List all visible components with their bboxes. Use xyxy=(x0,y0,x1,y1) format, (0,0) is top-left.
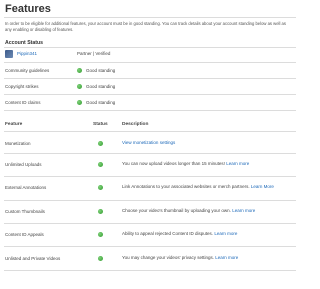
divider xyxy=(4,223,296,224)
status-dot-icon xyxy=(98,141,103,146)
feature-name: External Annotations xyxy=(5,185,47,190)
features-page: Features In order to be eligible for add… xyxy=(4,0,296,289)
divider xyxy=(4,153,296,154)
divider xyxy=(4,62,296,63)
feature-description: You may change your videos' privacy sett… xyxy=(122,255,290,261)
account-status-heading: Account Status xyxy=(5,40,44,46)
learn-more-link[interactable]: Learn more xyxy=(214,231,237,236)
partner-status: Partner | Verified xyxy=(77,51,111,56)
divider xyxy=(4,131,296,132)
standing-label-contentid: Content ID claims xyxy=(5,100,41,105)
divider xyxy=(4,47,296,48)
standing-status: Good standing xyxy=(86,68,116,73)
divider xyxy=(4,200,296,201)
status-dot-icon xyxy=(98,256,103,261)
divider xyxy=(4,270,296,271)
status-dot-icon xyxy=(77,84,82,89)
divider xyxy=(4,78,296,79)
feature-description: View monetization settings xyxy=(122,140,290,146)
status-dot-icon xyxy=(98,185,103,190)
learn-more-link[interactable]: Learn more xyxy=(215,255,238,260)
standing-label-community: Community guidelines xyxy=(5,68,50,73)
divider xyxy=(4,246,296,247)
account-name-link[interactable]: Pippin341 xyxy=(17,51,37,56)
learn-more-link[interactable]: Learn More xyxy=(251,184,274,189)
avatar xyxy=(5,50,13,58)
divider xyxy=(4,176,296,177)
standing-label-copyright: Copyright strikes xyxy=(5,84,39,89)
column-header-description: Description xyxy=(122,122,149,127)
page-title: Features xyxy=(5,3,51,15)
status-dot-icon xyxy=(77,68,82,73)
feature-name: Unlimited Uploads xyxy=(5,162,42,167)
status-dot-icon xyxy=(98,162,103,167)
divider xyxy=(4,110,296,111)
column-header-feature: Feature xyxy=(5,122,23,127)
feature-description: Choose your video's thumbnail by uploadi… xyxy=(122,208,290,214)
learn-more-link[interactable]: Learn more xyxy=(232,208,255,213)
status-dot-icon xyxy=(77,100,82,105)
feature-description: You can now upload videos longer than 15… xyxy=(122,161,290,167)
standing-status: Good standing xyxy=(86,100,116,105)
learn-more-link[interactable]: Learn more xyxy=(226,161,249,166)
column-header-status: Status xyxy=(93,122,108,127)
description-text: You may change your videos' privacy sett… xyxy=(122,255,214,260)
standing-status: Good standing xyxy=(86,84,116,89)
feature-name: Custom Thumbnails xyxy=(5,209,45,214)
description-text: Ability to appeal rejected Content ID di… xyxy=(122,231,214,236)
feature-description: Link Annotations to your associated webs… xyxy=(122,184,290,190)
feature-name: Content ID Appeals xyxy=(5,232,44,237)
status-dot-icon xyxy=(98,209,103,214)
divider xyxy=(4,17,296,18)
feature-name: Unlisted and Private Videos xyxy=(5,256,61,261)
status-dot-icon xyxy=(98,232,103,237)
feature-name: Monetization xyxy=(5,141,31,146)
view-monetization-settings-link[interactable]: View monetization settings xyxy=(122,140,175,145)
description-text: Link Annotations to your associated webs… xyxy=(122,184,250,189)
intro-text: In order to be eligible for additional f… xyxy=(5,21,286,33)
feature-description: Ability to appeal rejected Content ID di… xyxy=(122,231,290,237)
description-text: You can now upload videos longer than 15… xyxy=(122,161,225,166)
description-text: Choose your video's thumbnail by uploadi… xyxy=(122,208,231,213)
divider xyxy=(4,94,296,95)
